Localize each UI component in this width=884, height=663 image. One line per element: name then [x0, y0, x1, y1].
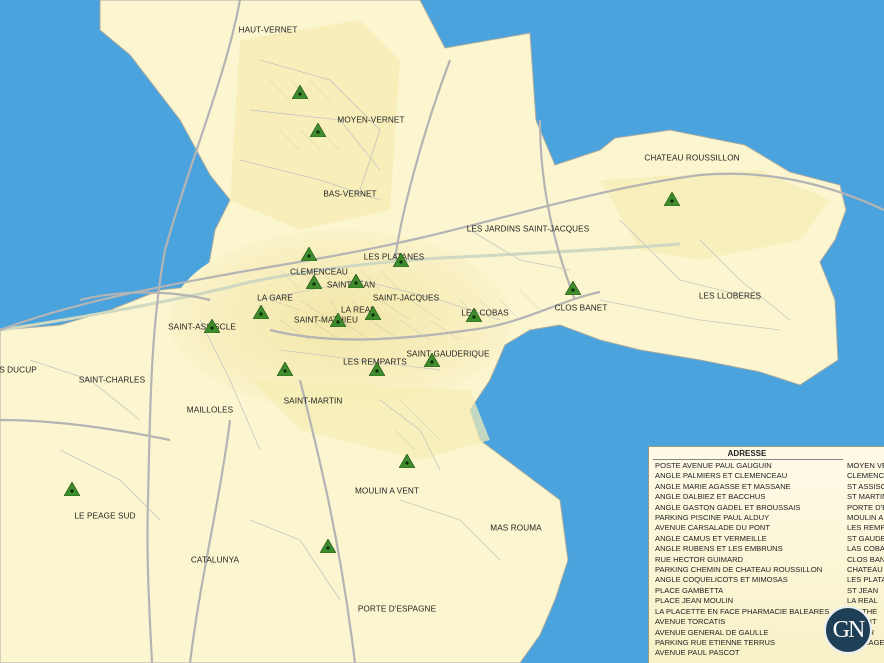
legend-quartier: CLOS BAN — [847, 554, 884, 564]
district-label: LES LLOBERES — [698, 291, 762, 301]
legend-address: ANGLE DALBIEZ ET BACCHUS — [655, 492, 766, 502]
district-label: LA GARE — [257, 293, 293, 303]
legend-title: ADRESSE — [727, 449, 767, 458]
legend-address: ANGLE RUBENS ET LES EMBRUNS — [655, 544, 783, 554]
district-label: HAUT-VERNET — [238, 25, 298, 35]
legend-quartier: LAS COBA — [847, 544, 884, 554]
district-label: SAINT-MATHIEU — [294, 315, 358, 325]
legend-address: PARKING CHEMIN DE CHATEAU ROUSSILLON — [655, 565, 823, 575]
district-label: CATALUNYA — [190, 555, 240, 565]
district-label: PORTE D'ESPAGNE — [357, 604, 437, 614]
legend-quartier: MOULIN A — [847, 513, 884, 523]
legend-address: PLACE JEAN MOULIN — [655, 596, 734, 606]
district-label: SAINT-CHARLES — [78, 375, 146, 385]
district-label: SAINT-GAUDERIQUE — [406, 349, 490, 359]
district-label: CHATEAU ROUSSILLON — [644, 153, 740, 163]
district-label: MOYEN-VERNET — [337, 115, 405, 125]
legend-address: RUE HECTOR GUIMARD — [655, 554, 744, 564]
legend-quartier: CHATEAU — [847, 565, 883, 575]
legend-address: PARKING PISCINE PAUL ALDUY — [655, 513, 770, 523]
legend-quartier: ST ASSISC — [847, 481, 884, 491]
district-label: MAS ROUMA — [490, 523, 542, 533]
legend-address: AVENUE CARSALADE DU PONT — [655, 523, 771, 533]
legend-address-column: POSTE AVENUE PAUL GAUGUIN ANGLE PALMIERS… — [655, 461, 845, 659]
legend-address: ANGLE CAMUS ET VERMEILLE — [655, 533, 767, 543]
gn-logo: GN — [824, 606, 872, 654]
district-label: MOULIN A VENT — [354, 486, 420, 496]
district-label: SAINT-MARTIN — [283, 396, 343, 406]
legend-quartier: LA REAL — [847, 596, 878, 606]
legend-quartier: LES REMPA — [847, 523, 884, 533]
legend-address: PLACE GAMBETTA — [655, 585, 724, 595]
legend-quartier: PORTE D'E — [847, 502, 884, 512]
legend-address: AVENUE TORCATIS — [655, 617, 726, 627]
logo-text: GN — [832, 617, 866, 643]
district-label: SAINT-JACQUES — [372, 293, 440, 303]
district-label: LES JARDINS SAINT-JACQUES — [466, 224, 590, 234]
district-label: S DUCUP — [0, 365, 37, 375]
legend-quartier: ST GAUDE — [847, 533, 884, 543]
legend-address: AVENUE PAUL PASCOT — [655, 648, 740, 658]
district-label: BAS-VERNET — [323, 189, 377, 199]
legend-quartier: LES PLATA — [847, 575, 884, 585]
legend-address: ANGLE MARIE AGASSE ET MASSANE — [655, 481, 791, 491]
legend-address: AVENUE GENERAL DE GAULLE — [655, 627, 769, 637]
district-label: SAINT-ASSISCLE — [168, 322, 236, 332]
legend-address: LA PLACETTE EN FACE PHARMACIE BALEARES — [655, 606, 830, 616]
legend-quartier: ST MARTIN — [847, 492, 884, 502]
legend-address: ANGLE COQUELICOTS ET MIMOSAS — [655, 575, 788, 585]
district-label: LE PEAGE SUD — [74, 511, 136, 521]
district-label: CLOS BANET — [554, 303, 608, 313]
legend-quartier: CLEMENC — [847, 471, 884, 481]
legend-address: PARKING RUE ETIENNE TERRUS — [655, 637, 775, 647]
legend-address: ANGLE GASTON GADEL ET BROUSSAIS — [655, 502, 801, 512]
legend-divider — [653, 459, 843, 460]
legend-address: ANGLE PALMIERS ET CLEMENCEAU — [655, 471, 788, 481]
district-label: MAILLOLES — [186, 405, 234, 415]
legend-address: POSTE AVENUE PAUL GAUGUIN — [655, 461, 772, 470]
map-canvas[interactable]: HAUT-VERNET MOYEN-VERNET BAS-VERNET CHAT… — [0, 0, 884, 663]
legend-quartier: MOYEN VE — [847, 461, 884, 470]
legend-quartier: ST JEAN — [847, 585, 879, 595]
